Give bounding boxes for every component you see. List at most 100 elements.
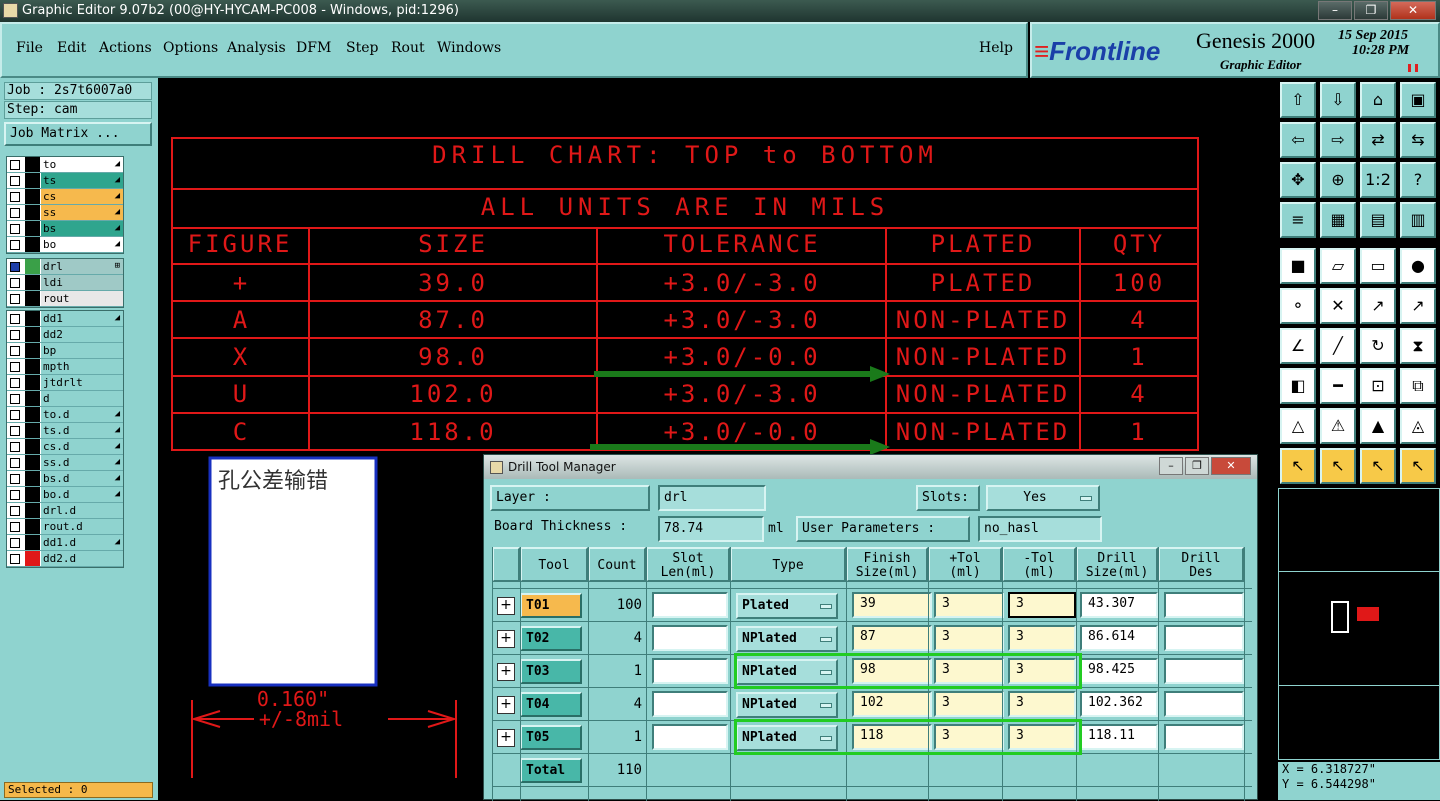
menu-rout[interactable]: Rout <box>391 40 425 56</box>
expand-row-icon[interactable]: + <box>497 597 515 615</box>
layer-row-ts[interactable]: ts ◢ <box>7 173 123 189</box>
layer-checkbox[interactable] <box>10 176 20 186</box>
tool-button-2-0-icon[interactable]: ✥ <box>1280 162 1316 198</box>
layer-color-swatch[interactable] <box>25 205 40 220</box>
layer-checkbox[interactable] <box>10 442 20 452</box>
drill-size-input[interactable]: 118.11 <box>1080 724 1158 750</box>
layer-checkbox[interactable] <box>10 346 20 356</box>
layer-checkbox[interactable] <box>10 522 20 532</box>
layer-color-swatch[interactable] <box>25 237 40 252</box>
layer-checkbox[interactable] <box>10 490 20 500</box>
layer-row-rout.d[interactable]: rout.d <box>7 519 123 535</box>
layer-checkbox[interactable] <box>10 362 20 372</box>
dialog-close-icon[interactable]: ✕ <box>1211 457 1251 475</box>
layer-color-swatch[interactable] <box>25 391 40 406</box>
tool-button-3-0-icon[interactable]: ≡ <box>1280 202 1316 238</box>
slot-length-input[interactable] <box>652 691 728 717</box>
tool-button-8-0-icon[interactable]: △ <box>1280 408 1316 444</box>
layer-row-ss[interactable]: ss ◢ <box>7 205 123 221</box>
drill-des-input[interactable] <box>1164 724 1244 750</box>
menu-dfm[interactable]: DFM <box>296 40 331 56</box>
menu-step[interactable]: Step <box>346 40 378 56</box>
layer-checkbox[interactable] <box>10 330 20 340</box>
tool-button-0-1-icon[interactable]: ⇩ <box>1320 82 1356 118</box>
tool-button-6-2-icon[interactable]: ↻ <box>1360 328 1396 364</box>
layer-checkbox[interactable] <box>10 394 20 404</box>
layer-row-bs[interactable]: bs ◢ <box>7 221 123 237</box>
type-select[interactable]: NPlated <box>736 692 838 718</box>
layer-checkbox[interactable] <box>10 314 20 324</box>
tool-name-button[interactable]: T05 <box>520 725 582 750</box>
expand-row-icon[interactable]: + <box>497 630 515 648</box>
expand-row-icon[interactable]: + <box>497 663 515 681</box>
minus-tol-input[interactable]: 3 <box>1008 691 1076 717</box>
layer-color-swatch[interactable] <box>25 551 40 566</box>
maximize-icon[interactable]: ❐ <box>1354 1 1388 20</box>
tool-button-1-2-icon[interactable]: ⇄ <box>1360 122 1396 158</box>
layer-row-bo.d[interactable]: bo.d ◢ <box>7 487 123 503</box>
layer-color-swatch[interactable] <box>25 423 40 438</box>
tool-button-1-1-icon[interactable]: ⇨ <box>1320 122 1356 158</box>
layer-color-swatch[interactable] <box>25 291 40 306</box>
layer-row-bo[interactable]: bo ◢ <box>7 237 123 253</box>
overview-map[interactable] <box>1278 488 1440 760</box>
layer-checkbox[interactable] <box>10 278 20 288</box>
layer-row-cs.d[interactable]: cs.d ◢ <box>7 439 123 455</box>
layer-checkbox[interactable] <box>10 506 20 516</box>
layer-row-d[interactable]: d <box>7 391 123 407</box>
slot-length-input[interactable] <box>652 625 728 651</box>
tool-button-2-2-icon[interactable]: 1:2 <box>1360 162 1396 198</box>
layer-color-swatch[interactable] <box>25 259 40 274</box>
layer-row-ss.d[interactable]: ss.d ◢ <box>7 455 123 471</box>
tool-button-0-0-icon[interactable]: ⇧ <box>1280 82 1316 118</box>
layer-row-jtdrlt[interactable]: jtdrlt <box>7 375 123 391</box>
layer-row-to.d[interactable]: to.d ◢ <box>7 407 123 423</box>
layer-row-drl[interactable]: drl ⊞ <box>7 259 123 275</box>
layer-color-swatch[interactable] <box>25 471 40 486</box>
type-select[interactable]: NPlated <box>736 626 838 652</box>
tool-button-9-2-icon[interactable]: ↖ <box>1360 448 1396 484</box>
layer-row-dd1.d[interactable]: dd1.d ◢ <box>7 535 123 551</box>
tool-button-3-3-icon[interactable]: ▥ <box>1400 202 1436 238</box>
layer-checkbox[interactable] <box>10 208 20 218</box>
tool-button-6-3-icon[interactable]: ⧗ <box>1400 328 1436 364</box>
finish-size-input[interactable]: 102 <box>852 691 932 717</box>
tool-name-button[interactable]: T01 <box>520 593 582 618</box>
layer-checkbox[interactable] <box>10 410 20 420</box>
layer-checkbox[interactable] <box>10 426 20 436</box>
dialog-minimize-icon[interactable]: – <box>1159 457 1183 475</box>
layer-color-swatch[interactable] <box>25 157 40 172</box>
minus-tol-input[interactable]: 3 <box>1008 625 1076 651</box>
minimize-icon[interactable]: – <box>1318 1 1352 20</box>
layer-row-to[interactable]: to ◢ <box>7 157 123 173</box>
tool-button-7-3-icon[interactable]: ⧉ <box>1400 368 1436 404</box>
tool-button-4-0-icon[interactable]: ■ <box>1280 248 1316 284</box>
tool-button-6-0-icon[interactable]: ∠ <box>1280 328 1316 364</box>
finish-size-input[interactable]: 87 <box>852 625 932 651</box>
slot-length-input[interactable] <box>652 724 728 750</box>
tool-button-2-3-icon[interactable]: ? <box>1400 162 1436 198</box>
menu-edit[interactable]: Edit <box>57 40 86 56</box>
tool-button-8-3-icon[interactable]: ◬ <box>1400 408 1436 444</box>
expand-row-icon[interactable]: + <box>497 729 515 747</box>
tool-button-7-0-icon[interactable]: ◧ <box>1280 368 1316 404</box>
layer-checkbox[interactable] <box>10 224 20 234</box>
layer-row-drl.d[interactable]: drl.d <box>7 503 123 519</box>
user-parameters-button[interactable]: User Parameters : <box>796 516 970 542</box>
slot-length-input[interactable] <box>652 592 728 618</box>
tool-button-3-2-icon[interactable]: ▤ <box>1360 202 1396 238</box>
minus-tol-input[interactable]: 3 <box>1008 592 1076 618</box>
tool-button-1-0-icon[interactable]: ⇦ <box>1280 122 1316 158</box>
tool-button-6-1-icon[interactable]: ╱ <box>1320 328 1356 364</box>
layer-color-swatch[interactable] <box>25 519 40 534</box>
layer-color-swatch[interactable] <box>25 327 40 342</box>
menu-analysis[interactable]: Analysis <box>227 40 286 56</box>
layer-row-dd2[interactable]: dd2 <box>7 327 123 343</box>
dialog-titlebar[interactable]: Drill Tool Manager – ❐ ✕ <box>484 455 1257 479</box>
layer-color-swatch[interactable] <box>25 221 40 236</box>
layer-checkbox[interactable] <box>10 262 20 272</box>
tool-button-4-3-icon[interactable]: ● <box>1400 248 1436 284</box>
tool-button-9-1-icon[interactable]: ↖ <box>1320 448 1356 484</box>
slot-length-input[interactable] <box>652 658 728 684</box>
layer-color-swatch[interactable] <box>25 189 40 204</box>
